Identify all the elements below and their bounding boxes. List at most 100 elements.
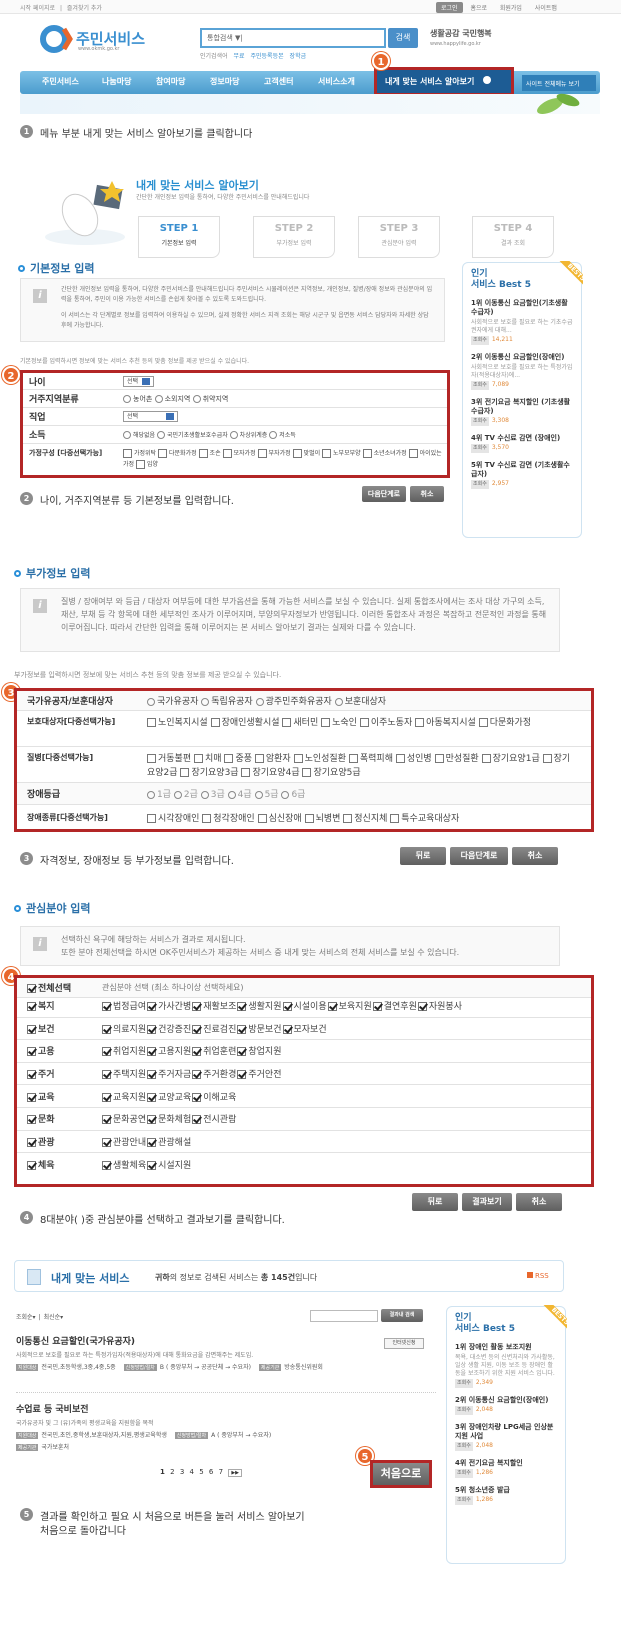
- option-checkbox[interactable]: [147, 1137, 157, 1147]
- best5-item[interactable]: 5위 TV 수신료 감면 (기초생활수급자) 조회수 2,957: [471, 461, 573, 489]
- best5-item[interactable]: 1위 이동통신 요금할인(기초생활수급자) 사회적으로 보호를 필요로 하는 기초…: [471, 299, 573, 345]
- nav-item[interactable]: 정보마당: [210, 76, 239, 87]
- radio[interactable]: [254, 790, 263, 799]
- view-result-button[interactable]: 결과보기: [462, 1193, 512, 1211]
- option-checkbox[interactable]: [102, 1070, 111, 1080]
- option-checkbox[interactable]: [237, 1024, 247, 1034]
- signup-link[interactable]: 회원가입: [495, 2, 527, 13]
- best5-item[interactable]: 2위 이동통신 요금할인(장애인) 사회적으로 보호를 필요로 하는 특정가입자(…: [471, 353, 573, 390]
- radio[interactable]: [200, 790, 209, 799]
- start-page-link[interactable]: 시작 페이지로: [20, 5, 55, 12]
- option-checkbox[interactable]: [192, 1070, 202, 1080]
- age-select[interactable]: 선택: [123, 375, 155, 387]
- result-search-input[interactable]: [310, 1310, 378, 1322]
- option-checkbox[interactable]: [327, 1002, 337, 1012]
- checkbox[interactable]: [224, 754, 234, 763]
- option-checkbox[interactable]: [282, 1002, 292, 1012]
- cancel-button[interactable]: 취소: [512, 847, 558, 865]
- nav-item[interactable]: 서비스소개: [318, 76, 355, 87]
- category-checkbox[interactable]: [27, 1024, 36, 1034]
- checkbox[interactable]: [282, 718, 292, 727]
- category-checkbox[interactable]: [27, 1160, 36, 1170]
- checkbox[interactable]: [147, 813, 156, 823]
- result-item[interactable]: 수업료 등 국비보전 국가유공자 및 그 (유)가족의 평생교육을 지원함을 목…: [16, 1402, 436, 1451]
- search-button[interactable]: 검색: [388, 28, 418, 48]
- option-checkbox[interactable]: [192, 1092, 202, 1102]
- radio[interactable]: [123, 431, 131, 440]
- best5-item[interactable]: 1위 장애인 활동 보조지원 목욕, 대소변 등의 신변처리와 가사활동, 일상 …: [455, 1343, 557, 1388]
- option-checkbox[interactable]: [192, 1002, 202, 1012]
- search-input[interactable]: 통합검색 ▼|: [200, 28, 386, 48]
- page-link[interactable]: 2: [170, 1468, 174, 1476]
- checkbox[interactable]: [415, 718, 425, 727]
- popular-term[interactable]: 장학금: [290, 53, 307, 60]
- radio[interactable]: [157, 431, 166, 440]
- checkbox[interactable]: [293, 754, 303, 763]
- checkbox[interactable]: [304, 813, 314, 823]
- category-checkbox[interactable]: [27, 1092, 36, 1102]
- next-page-icon[interactable]: ▶▶: [228, 1469, 243, 1477]
- checkbox[interactable]: [123, 449, 132, 458]
- page-link[interactable]: 1: [160, 1468, 165, 1476]
- checkbox[interactable]: [180, 768, 190, 777]
- nav-item[interactable]: 주민서비스: [42, 76, 79, 87]
- category-checkbox[interactable]: [27, 1115, 36, 1125]
- option-checkbox[interactable]: [102, 1047, 111, 1057]
- go-first-button[interactable]: 처음으로: [370, 1460, 432, 1488]
- job-select[interactable]: 선택: [123, 411, 178, 422]
- best5-item[interactable]: 2위 이동통신 요금할인(장애인) 조회수 2,048: [455, 1396, 557, 1415]
- option-checkbox[interactable]: [192, 1115, 202, 1125]
- checkbox[interactable]: [135, 460, 145, 469]
- checkbox[interactable]: [241, 768, 251, 777]
- radio[interactable]: [269, 431, 278, 440]
- checkbox[interactable]: [321, 718, 331, 727]
- page-link[interactable]: 7: [219, 1468, 223, 1476]
- back-button[interactable]: 뒤로: [400, 847, 446, 865]
- cancel-button[interactable]: 취소: [516, 1193, 562, 1211]
- option-checkbox[interactable]: [102, 1160, 111, 1170]
- radio[interactable]: [281, 790, 290, 799]
- option-checkbox[interactable]: [147, 1047, 157, 1057]
- radio[interactable]: [154, 394, 163, 403]
- apply-online-button[interactable]: 인터넷신청: [384, 1338, 424, 1349]
- checkbox[interactable]: [322, 449, 332, 458]
- radio[interactable]: [192, 394, 201, 403]
- option-checkbox[interactable]: [192, 1024, 202, 1034]
- option-checkbox[interactable]: [147, 1092, 157, 1102]
- checkbox[interactable]: [434, 754, 444, 763]
- option-checkbox[interactable]: [102, 1092, 111, 1102]
- option-checkbox[interactable]: [237, 1070, 247, 1080]
- category-checkbox[interactable]: [27, 1137, 36, 1147]
- option-checkbox[interactable]: [147, 1160, 157, 1170]
- radio[interactable]: [123, 394, 131, 403]
- radio[interactable]: [147, 697, 155, 706]
- checkbox[interactable]: [198, 449, 208, 458]
- sitemap-link[interactable]: 사이트맵: [530, 2, 562, 13]
- nav-item[interactable]: 참여마당: [156, 76, 185, 87]
- option-checkbox[interactable]: [237, 1002, 247, 1012]
- result-title[interactable]: 수업료 등 국비보전: [16, 1402, 436, 1415]
- option-checkbox[interactable]: [192, 1047, 202, 1057]
- option-checkbox[interactable]: [147, 1070, 157, 1080]
- site-logo[interactable]: 주민서비스 www.okmk.go.kr: [40, 24, 160, 56]
- option-checkbox[interactable]: [237, 1047, 247, 1057]
- cancel-button[interactable]: 취소: [410, 486, 444, 502]
- checkbox[interactable]: [302, 768, 312, 777]
- result-item[interactable]: 이동통신 요금할인(국가유공자) 사회적으로 보호를 필요로 하는 특정가입자(…: [16, 1334, 436, 1371]
- option-checkbox[interactable]: [102, 1115, 111, 1125]
- best5-item[interactable]: 5위 청소년증 발급 조회수 1,286: [455, 1486, 557, 1505]
- radio[interactable]: [201, 697, 210, 706]
- checkbox[interactable]: [408, 449, 418, 458]
- radio[interactable]: [147, 790, 155, 799]
- checkbox[interactable]: [292, 449, 302, 458]
- radio[interactable]: [255, 697, 264, 706]
- sort-by-views[interactable]: 조회순▾: [16, 1314, 36, 1321]
- option-checkbox[interactable]: [417, 1002, 427, 1012]
- checkbox[interactable]: [257, 449, 267, 458]
- radio[interactable]: [334, 697, 343, 706]
- checkbox[interactable]: [210, 718, 220, 727]
- category-checkbox[interactable]: [27, 1047, 36, 1057]
- checkbox[interactable]: [481, 754, 491, 763]
- page-link[interactable]: 3: [180, 1468, 184, 1476]
- best5-item[interactable]: 3위 장애인차량 LPG세금 인상분 지원 사업 조회수 2,048: [455, 1423, 557, 1451]
